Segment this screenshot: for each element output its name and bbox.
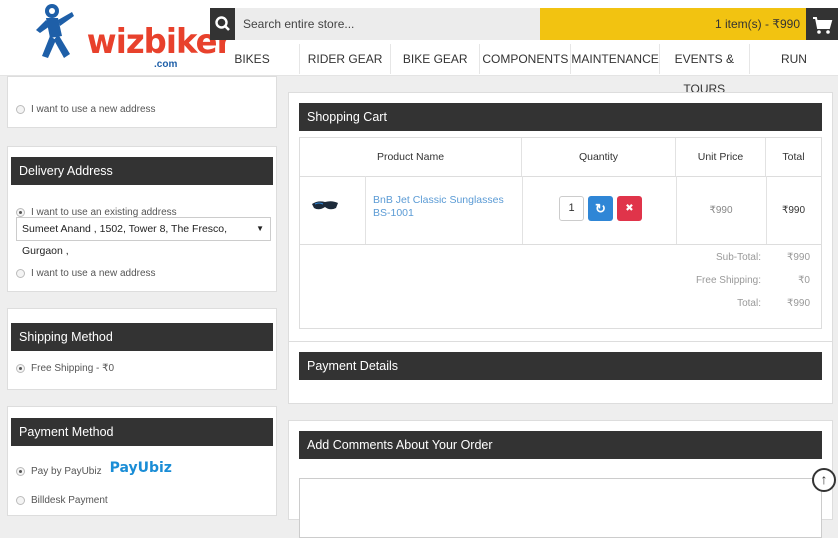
payment-method-heading: Payment Method xyxy=(11,418,273,446)
shipping-label: Free Shipping: xyxy=(695,275,761,286)
quantity-input[interactable]: 1 xyxy=(559,196,584,221)
dropdown-arrow-icon: ▼ xyxy=(256,224,264,233)
remove-icon: ✖ xyxy=(625,203,634,214)
delivery-address-select[interactable]: Sumeet Anand , 1502, Tower 8, The Fresco… xyxy=(16,217,271,257)
free-shipping-option[interactable]: Free Shipping - ₹0 xyxy=(16,361,114,375)
comments-panel: Add Comments About Your Order xyxy=(288,420,833,538)
col-total: Total xyxy=(782,151,805,163)
nav-bike-gear[interactable]: BIKE GEAR xyxy=(391,44,481,74)
radio-label: I want to use a new address xyxy=(31,267,156,279)
search-button[interactable] xyxy=(210,8,235,40)
radio-label: Billdesk Payment xyxy=(31,494,108,506)
col-unit-price: Unit Price xyxy=(676,138,766,176)
search-input[interactable] xyxy=(235,8,540,40)
nav-rider-gear[interactable]: RIDER GEAR xyxy=(300,44,392,74)
cart-summary-button[interactable]: 1 item(s) - ₹990 xyxy=(540,8,806,40)
shopping-cart-panel: Shopping Cart Product Name Quantity Unit… xyxy=(288,92,833,342)
delivery-address-heading: Delivery Address xyxy=(11,157,273,185)
radio-button[interactable] xyxy=(16,363,25,373)
radio-label: Free Shipping - ₹0 xyxy=(31,362,115,374)
nav-run[interactable]: RUN xyxy=(750,44,838,74)
grand-total-label: Total: xyxy=(737,298,761,309)
scroll-to-top-button[interactable]: ↑ xyxy=(812,468,836,492)
wizbiker-logo[interactable]: wizbiker .com xyxy=(28,2,233,70)
radio-label: Pay by PayUbiz xyxy=(31,465,102,477)
radio-button[interactable] xyxy=(16,207,25,217)
comments-heading: Add Comments About Your Order xyxy=(299,431,822,459)
divider xyxy=(365,176,366,244)
arrow-up-icon: ↑ xyxy=(820,471,828,487)
comments-textarea[interactable] xyxy=(299,478,822,538)
nav-maintenance[interactable]: MAINTENANCE xyxy=(571,44,660,74)
nav-bikes[interactable]: BIKES xyxy=(205,44,301,74)
divider xyxy=(522,176,523,244)
radio-button[interactable] xyxy=(16,495,25,505)
col-quantity: Quantity xyxy=(522,138,676,176)
cart-table: Product Name Quantity Unit Price Total B… xyxy=(299,137,822,329)
cart-button[interactable] xyxy=(806,8,838,40)
payment-address-panel: I want to use a new address xyxy=(7,76,277,128)
total-value: ₹990 xyxy=(781,205,806,216)
remove-item-button[interactable]: ✖ xyxy=(617,196,642,221)
unit-price-value: ₹990 xyxy=(709,205,733,216)
shipping-method-panel: Shipping Method Free Shipping - ₹0 xyxy=(7,308,277,390)
nav-events-tours[interactable]: EVENTS & TOURS xyxy=(660,44,750,96)
delivery-address-panel: Delivery Address I want to use an existi… xyxy=(7,146,277,292)
subtotal-value: ₹990 xyxy=(786,252,810,263)
radio-button[interactable] xyxy=(16,104,25,114)
shopping-cart-heading: Shopping Cart xyxy=(299,103,822,131)
shipping-value: ₹0 xyxy=(798,275,810,286)
cart-summary-label: 1 item(s) - ₹990 xyxy=(715,17,800,31)
grand-total-value: ₹990 xyxy=(786,298,810,309)
radio-button[interactable] xyxy=(16,268,25,278)
payment-new-address-option[interactable]: I want to use a new address xyxy=(16,102,156,116)
payment-details-heading: Payment Details xyxy=(299,352,822,380)
refresh-icon: ↻ xyxy=(595,201,606,216)
product-link[interactable]: BnB Jet Classic Sunglasses BS-1001 xyxy=(373,194,513,220)
cyclist-mascot-icon xyxy=(36,4,74,58)
shipping-method-heading: Shipping Method xyxy=(11,323,273,351)
col-product-name: Product Name xyxy=(300,138,522,176)
nav-components[interactable]: COMPONENTS xyxy=(480,44,572,74)
subtotal-label: Sub-Total: xyxy=(715,252,761,263)
site-header: wizbiker .com 1 item(s) - ₹990 BIKES RID… xyxy=(0,0,838,96)
delivery-new-address-option[interactable]: I want to use a new address xyxy=(16,266,156,280)
search-icon xyxy=(215,16,230,31)
radio-button[interactable] xyxy=(16,466,25,476)
payubiz-option[interactable]: Pay by PayUbiz PayUbiz xyxy=(16,460,172,480)
divider xyxy=(300,244,821,245)
select-value: Sumeet Anand , 1502, Tower 8, The Fresco… xyxy=(22,223,228,257)
sunglasses-product-image[interactable] xyxy=(310,198,340,214)
payment-details-panel: Payment Details xyxy=(288,342,833,404)
payubiz-logo: PayUbiz xyxy=(109,460,172,476)
radio-label: I want to use a new address xyxy=(31,103,156,115)
logo-domain: .com xyxy=(154,59,178,70)
update-quantity-button[interactable]: ↻ xyxy=(588,196,613,221)
main-nav: BIKES RIDER GEAR BIKE GEAR COMPONENTS MA… xyxy=(205,44,838,96)
payment-method-panel: Payment Method Pay by PayUbiz PayUbiz Bi… xyxy=(7,406,277,516)
billdesk-option[interactable]: Billdesk Payment xyxy=(16,493,108,507)
shopping-cart-icon xyxy=(813,17,833,34)
divider xyxy=(300,176,821,177)
radio-label: I want to use an existing address xyxy=(31,206,177,218)
